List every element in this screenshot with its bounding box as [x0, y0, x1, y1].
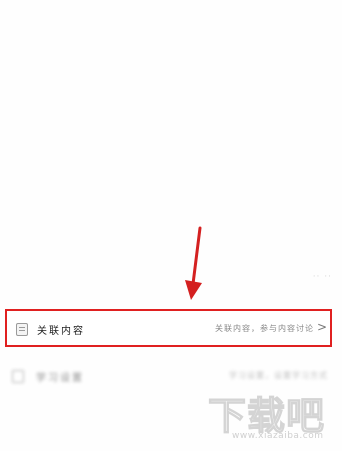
page: ·· ·· 关联内容 关联内容，参与内容讨论 > 学习设置 学习设置，设置学习方… [0, 0, 342, 451]
document-icon [16, 323, 28, 336]
site-watermark: 下载吧 www.xiazaiba.com [196, 385, 342, 451]
faint-top-item: ·· ·· [312, 272, 332, 282]
related-content-row[interactable]: 关联内容 关联内容，参与内容讨论 > [5, 309, 332, 347]
related-content-title: 关联内容 [37, 326, 85, 337]
related-content-description: 关联内容，参与内容讨论 [215, 324, 314, 333]
blurred-row-description: 学习设置，设置学习方式 [229, 371, 328, 380]
blurred-row-title: 学习设置 [36, 373, 84, 384]
chevron-right-icon: > [316, 320, 327, 334]
blurred-settings-row[interactable]: 学习设置 学习设置，设置学习方式 [8, 365, 334, 387]
document-icon [12, 370, 24, 383]
watermark-url: www.xiazaiba.com [232, 431, 324, 441]
red-arrow-annotation [185, 226, 202, 300]
